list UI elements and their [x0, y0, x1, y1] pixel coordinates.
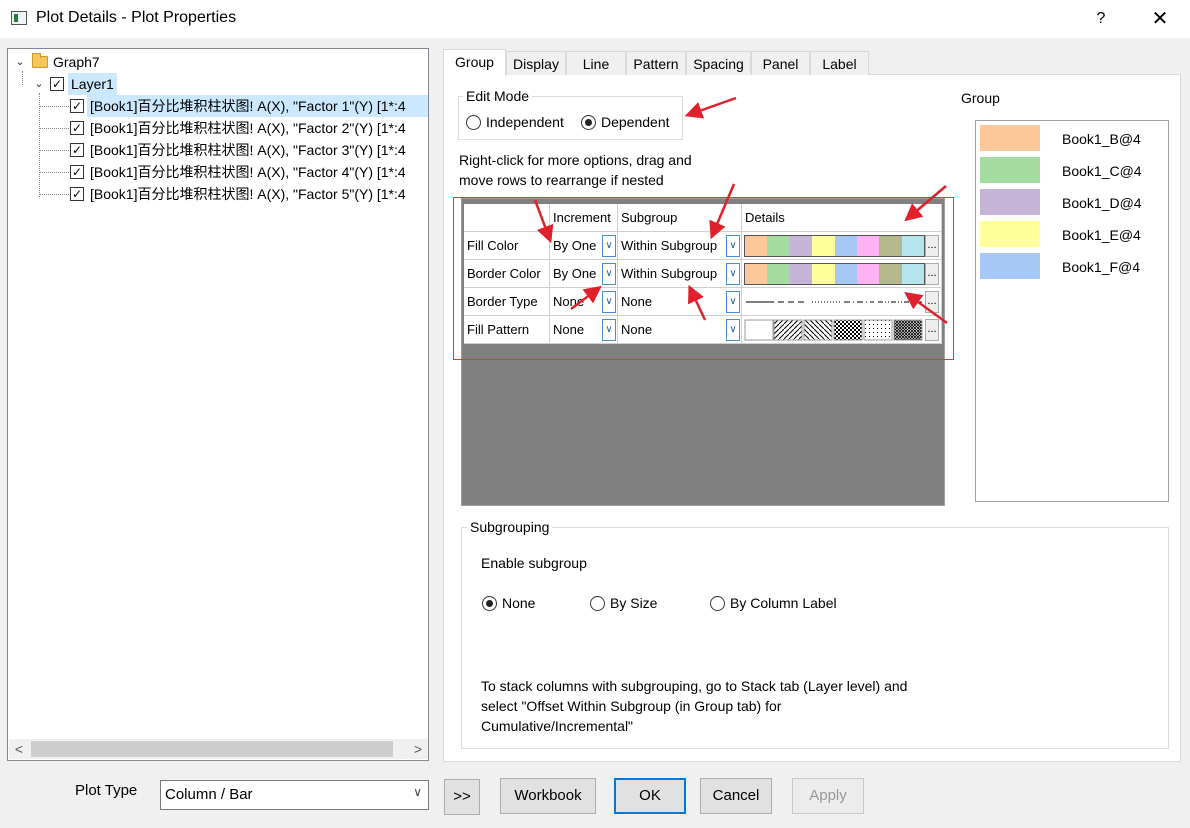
tab-label[interactable]: Label: [810, 51, 869, 75]
group-color-swatch: [980, 157, 1040, 183]
edit-mode-group: Edit Mode Independent Dependent: [458, 88, 683, 140]
tab-group[interactable]: Group: [443, 49, 506, 76]
group-list[interactable]: Book1_B@4 Book1_C@4 Book1_D@4 Book1_E@4 …: [975, 120, 1169, 502]
plot-type-value: Column / Bar: [165, 786, 253, 803]
subgroup-note-2: select "Offset Within Subgroup (in Group…: [481, 698, 782, 714]
subgroup-note-1: To stack columns with subgrouping, go to…: [481, 678, 908, 694]
tree-plot-label: [Book1]百分比堆积柱状图! A(X), "Factor 2"(Y) [1*…: [90, 120, 406, 136]
subgroup-note-3: Cumulative/Incremental": [481, 718, 634, 734]
app-icon: [11, 11, 27, 25]
window-title: Plot Details - Plot Properties: [36, 9, 237, 26]
chevron-down-icon[interactable]: ⌄: [14, 51, 26, 73]
tree-plot-row[interactable]: ✓ [Book1]百分比堆积柱状图! A(X), "Factor 3"(Y) […: [8, 139, 428, 161]
tree-plot-label: [Book1]百分比堆积柱状图! A(X), "Factor 4"(Y) [1*…: [90, 164, 406, 180]
independent-radio[interactable]: [466, 115, 481, 130]
scroll-thumb[interactable]: [31, 741, 393, 757]
apply-button[interactable]: Apply: [792, 778, 864, 814]
chevron-down-icon[interactable]: ⌄: [33, 73, 45, 95]
title-bar: Plot Details - Plot Properties ? ✕: [0, 0, 1190, 38]
dependent-label[interactable]: Dependent: [601, 114, 670, 130]
group-color-swatch: [980, 125, 1040, 151]
subgroup-none-radio[interactable]: [482, 596, 497, 611]
chevron-down-icon[interactable]: ∨: [413, 785, 422, 799]
group-panel-title: Group: [961, 90, 1000, 106]
subgroup-by-column-label-label[interactable]: By Column Label: [730, 595, 837, 611]
group-item-label: Book1_E@4: [1062, 227, 1141, 243]
subgrouping-title: Subgrouping: [467, 519, 553, 535]
hint-line-1: Right-click for more options, drag and: [459, 152, 692, 168]
tab-strip: Group Display Line Pattern Spacing Panel…: [443, 49, 869, 76]
group-item-label: Book1_B@4: [1062, 131, 1141, 147]
tree-item-graph[interactable]: ⌄ Graph7: [8, 51, 308, 73]
cancel-button[interactable]: Cancel: [700, 778, 772, 814]
tree-item-layer[interactable]: ⌄ ✓ Layer1: [8, 73, 308, 95]
subgroup-none-label[interactable]: None: [502, 595, 535, 611]
tree-plot-label: [Book1]百分比堆积柱状图! A(X), "Factor 3"(Y) [1*…: [90, 142, 406, 158]
tree-plot-label: [Book1]百分比堆积柱状图! A(X), "Factor 5"(Y) [1*…: [90, 186, 406, 202]
tab-spacing[interactable]: Spacing: [686, 51, 751, 75]
tree-plot-row[interactable]: ✓ [Book1]百分比堆积柱状图! A(X), "Factor 4"(Y) […: [8, 161, 428, 183]
plot-tree[interactable]: ⌄ Graph7 ⌄ ✓ Layer1 ✓ [Book1]百分比堆积柱状图! A…: [7, 48, 429, 761]
checkbox-icon[interactable]: ✓: [70, 165, 84, 179]
folder-icon: [32, 53, 48, 68]
tab-pattern[interactable]: Pattern: [626, 51, 686, 75]
tree-graph-label: Graph7: [53, 54, 100, 70]
tree-plot-row[interactable]: ✓ [Book1]百分比堆积柱状图! A(X), "Factor 5"(Y) […: [8, 183, 428, 205]
checkbox-icon[interactable]: ✓: [70, 121, 84, 135]
plot-type-select[interactable]: Column / Bar ∨: [160, 780, 429, 810]
close-button[interactable]: ✕: [1142, 6, 1178, 32]
horizontal-scrollbar[interactable]: < >: [9, 739, 428, 759]
group-item-label: Book1_F@4: [1062, 259, 1141, 275]
checkbox-icon[interactable]: ✓: [50, 77, 64, 91]
tree-plot-row[interactable]: ✓ [Book1]百分比堆积柱状图! A(X), "Factor 1"(Y) […: [8, 95, 428, 117]
expand-button[interactable]: >>: [444, 779, 480, 815]
tree-plot-row[interactable]: ✓ [Book1]百分比堆积柱状图! A(X), "Factor 2"(Y) […: [8, 117, 428, 139]
group-color-swatch: [980, 253, 1040, 279]
hint-line-2: move rows to rearrange if nested: [459, 172, 664, 188]
independent-label[interactable]: Independent: [486, 114, 564, 130]
subgroup-by-size-radio[interactable]: [590, 596, 605, 611]
tab-line[interactable]: Line: [566, 51, 626, 75]
workbook-button[interactable]: Workbook: [500, 778, 596, 814]
edit-mode-title: Edit Mode: [463, 88, 533, 104]
ok-button[interactable]: OK: [614, 778, 686, 814]
checkbox-icon[interactable]: ✓: [70, 187, 84, 201]
enable-subgroup-label: Enable subgroup: [481, 555, 587, 571]
subgroup-by-size-label[interactable]: By Size: [610, 595, 657, 611]
group-item-label: Book1_D@4: [1062, 195, 1142, 211]
group-item-label: Book1_C@4: [1062, 163, 1142, 179]
annotation-frame: [453, 197, 954, 360]
group-color-swatch: [980, 189, 1040, 215]
checkbox-icon[interactable]: ✓: [70, 99, 84, 113]
dependent-radio[interactable]: [581, 115, 596, 130]
group-color-swatch: [980, 221, 1040, 247]
tree-layer-label: Layer1: [68, 73, 117, 95]
plot-type-label: Plot Type: [75, 782, 138, 799]
scroll-left-icon[interactable]: <: [9, 739, 29, 759]
subgroup-by-column-label-radio[interactable]: [710, 596, 725, 611]
help-button[interactable]: ?: [1085, 6, 1117, 32]
scroll-right-icon[interactable]: >: [408, 739, 428, 759]
subgrouping-group: Subgrouping Enable subgroup None By Size…: [461, 519, 1169, 749]
tab-display[interactable]: Display: [506, 51, 566, 75]
tree-plot-label: [Book1]百分比堆积柱状图! A(X), "Factor 1"(Y) [1*…: [90, 98, 406, 114]
checkbox-icon[interactable]: ✓: [70, 143, 84, 157]
tab-panel[interactable]: Panel: [751, 51, 810, 75]
